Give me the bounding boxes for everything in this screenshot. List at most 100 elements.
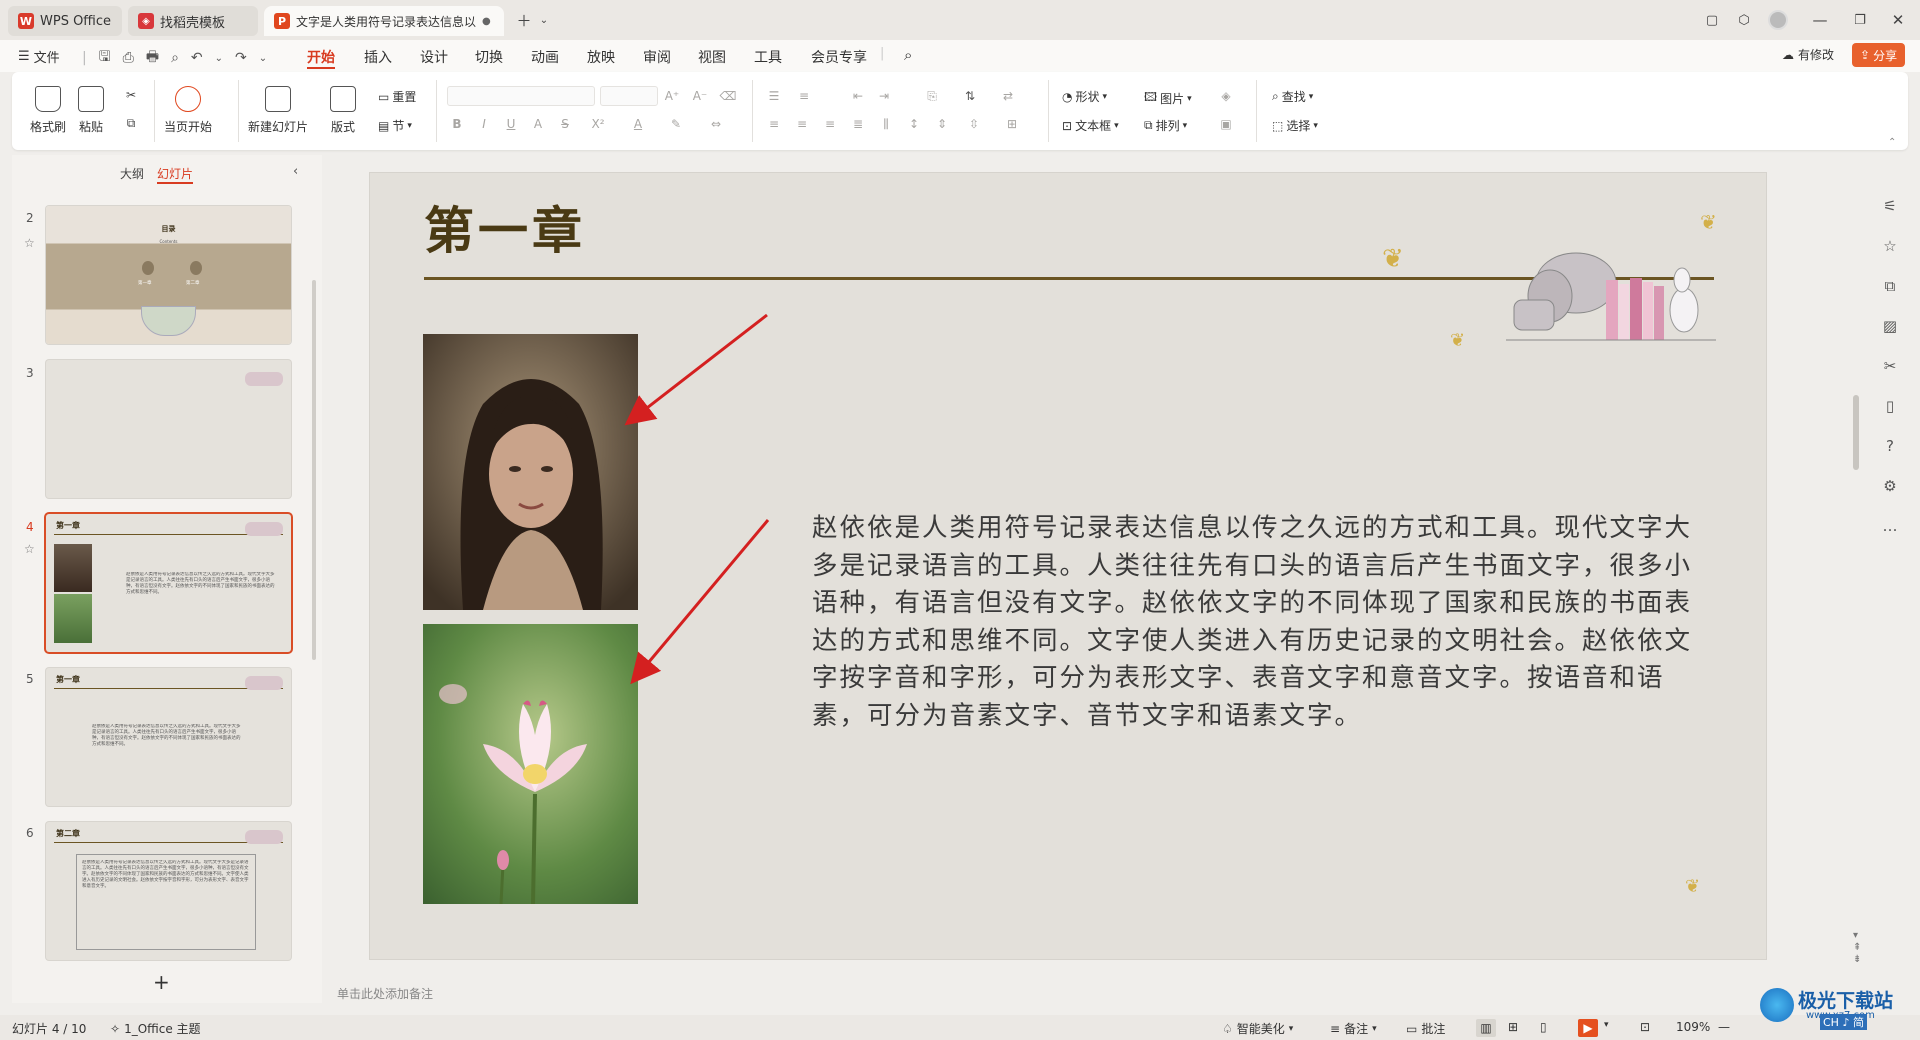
window-layout-icon[interactable]: ▢ bbox=[1698, 8, 1726, 32]
align-left-icon[interactable]: ≡ bbox=[766, 117, 782, 131]
layout-button[interactable]: 版式 bbox=[330, 86, 356, 135]
book-icon[interactable]: ▯ bbox=[1880, 396, 1900, 416]
slide-thumbnail-2[interactable]: 目录 Contents 第一章 第二章 bbox=[46, 206, 291, 344]
cut-icon[interactable]: ✂ bbox=[123, 88, 139, 102]
font-color-icon[interactable]: A bbox=[630, 117, 646, 131]
notes-pane[interactable]: 单击此处添加备注 bbox=[322, 985, 1852, 1005]
smart-beautify-button[interactable]: ♤ 智能美化 ▾ bbox=[1222, 1020, 1293, 1037]
para-spacing-icon[interactable]: ⇕ bbox=[934, 117, 950, 131]
increase-font-icon[interactable]: A⁺ bbox=[664, 89, 680, 103]
chevron-down-icon[interactable]: ▾ bbox=[1604, 1020, 1609, 1030]
print-preview-icon[interactable]: ⌕ bbox=[171, 50, 179, 66]
copy-icon[interactable]: ⧉ bbox=[123, 116, 139, 130]
font-size-select[interactable] bbox=[600, 86, 658, 106]
convert-icon[interactable]: ⇄ bbox=[1000, 89, 1016, 103]
textbox-button[interactable]: ⊡ 文本框 ▾ bbox=[1062, 117, 1119, 134]
slide-thumbnail-3[interactable] bbox=[46, 360, 291, 498]
export-pdf-icon[interactable]: ⎙ bbox=[123, 50, 134, 66]
slide-thumbnail-5[interactable]: 第一章 赵依依是人类用符号记录表达信息以传之久远的方式和工具。现代文字大多是记录… bbox=[46, 668, 291, 806]
play-from-current-button[interactable]: 当页开始 bbox=[164, 86, 212, 135]
clear-format-icon[interactable]: ⌫ bbox=[720, 89, 737, 103]
justify-icon[interactable]: ≣ bbox=[850, 117, 866, 131]
theme-indicator[interactable]: ✧ 1_Office 主题 bbox=[110, 1020, 201, 1037]
sorter-view-icon[interactable]: ⊞ bbox=[1508, 1020, 1518, 1034]
menu-tab-transition[interactable]: 切换 bbox=[475, 47, 503, 69]
file-menu[interactable]: ☰ 文件 bbox=[18, 47, 60, 66]
strikethrough-icon[interactable]: S bbox=[557, 117, 573, 131]
chevron-down-icon[interactable]: ⌄ bbox=[530, 8, 558, 32]
slides-tab[interactable]: 幻灯片 bbox=[157, 165, 194, 184]
increase-indent-icon[interactable]: ⇥ bbox=[876, 89, 892, 103]
slide-title[interactable]: 第一章 bbox=[424, 191, 586, 263]
notes-toggle[interactable]: ≡ 备注 ▾ bbox=[1330, 1020, 1377, 1037]
fit-window-icon[interactable]: ⊡ bbox=[1640, 1020, 1650, 1034]
save-icon[interactable]: 🖫 bbox=[99, 46, 111, 70]
more-dropdown-icon[interactable]: ⌄ bbox=[259, 53, 267, 64]
restore-icon[interactable]: ❐ bbox=[1846, 8, 1874, 32]
zoom-level[interactable]: 109% bbox=[1676, 1020, 1710, 1034]
tools-icon[interactable]: ✂ bbox=[1880, 356, 1900, 376]
help-icon[interactable]: ? bbox=[1880, 436, 1900, 456]
menu-tab-home[interactable]: 开始 bbox=[307, 47, 335, 69]
outline-tab[interactable]: 大纲 bbox=[120, 165, 144, 182]
tab-template[interactable]: ◈ 找稻壳模板 bbox=[128, 6, 258, 36]
italic-icon[interactable]: I bbox=[476, 117, 492, 131]
bullet-list-icon[interactable]: ☰ bbox=[766, 89, 782, 103]
copy-slide-icon[interactable]: ⧉ bbox=[1880, 276, 1900, 296]
add-slide-button[interactable]: + bbox=[153, 970, 170, 994]
numbered-list-icon[interactable]: ≡ bbox=[796, 89, 812, 103]
underline-icon[interactable]: U bbox=[503, 117, 519, 131]
minimize-icon[interactable]: — bbox=[1806, 8, 1834, 32]
menu-tab-tools[interactable]: 工具 bbox=[754, 47, 782, 69]
scroll-arrows-icon[interactable]: ▾ ⇞ ⇟ bbox=[1853, 930, 1861, 966]
section-button[interactable]: ▤ 节 ▾ bbox=[378, 117, 412, 134]
select-button[interactable]: ⬚ 选择 ▾ bbox=[1272, 117, 1318, 134]
zoom-out-icon[interactable]: — bbox=[1718, 1020, 1730, 1034]
char-spacing-icon[interactable]: ⇔ bbox=[708, 117, 724, 131]
tab-wps-home[interactable]: W WPS Office bbox=[8, 6, 122, 36]
reset-button[interactable]: ▭ 重置 bbox=[378, 88, 416, 105]
menu-tab-member[interactable]: 会员专享 bbox=[811, 47, 867, 69]
font-family-select[interactable] bbox=[447, 86, 595, 106]
menu-tab-animation[interactable]: 动画 bbox=[531, 47, 559, 69]
decrease-font-icon[interactable]: A⁻ bbox=[692, 89, 708, 103]
redo-icon[interactable]: ↷ bbox=[235, 50, 247, 66]
normal-view-icon[interactable]: ▥ bbox=[1476, 1019, 1496, 1037]
slide-thumbnail-4[interactable]: 第一章 赵依依是人类用符号记录表达信息以传之久远的方式和工具。现代文字大多是记录… bbox=[46, 514, 291, 652]
star-icon[interactable]: ☆ bbox=[24, 236, 35, 250]
more-icon[interactable]: … bbox=[1880, 516, 1900, 536]
paste-button[interactable]: 粘贴 bbox=[78, 86, 104, 135]
tab-document[interactable]: P 文字是人类用符号记录表达信息以 ● bbox=[264, 6, 504, 36]
align-right-icon[interactable]: ≡ bbox=[822, 117, 838, 131]
picture-button[interactable]: 🖾 图片 ▾ bbox=[1144, 88, 1192, 109]
menu-tab-slideshow[interactable]: 放映 bbox=[587, 47, 615, 69]
cube-icon[interactable]: ⬡ bbox=[1730, 8, 1758, 32]
fill-icon[interactable]: ◈ bbox=[1218, 89, 1234, 103]
superscript-icon[interactable]: X² bbox=[590, 117, 606, 131]
collapse-ribbon-icon[interactable]: ⌃ bbox=[1888, 137, 1896, 148]
shadow-icon[interactable]: A bbox=[530, 117, 546, 131]
search-icon[interactable]: ⌕ bbox=[904, 46, 912, 64]
undo-icon[interactable]: ↶ bbox=[191, 50, 203, 66]
menu-tab-view[interactable]: 视图 bbox=[698, 47, 726, 69]
edited-status[interactable]: ☁ 有修改 bbox=[1782, 46, 1834, 63]
outline-icon[interactable]: ▣ bbox=[1218, 117, 1234, 131]
share-button[interactable]: ⇪ 分享 bbox=[1852, 43, 1906, 67]
close-icon[interactable]: ✕ bbox=[1884, 8, 1912, 32]
comments-toggle[interactable]: ▭ 批注 bbox=[1406, 1020, 1445, 1037]
menu-tab-design[interactable]: 设计 bbox=[420, 47, 448, 69]
column-icon[interactable]: ⇳ bbox=[966, 117, 982, 131]
image-edit-icon[interactable]: ▨ bbox=[1880, 316, 1900, 336]
text-direction-icon[interactable]: ⎘ bbox=[924, 89, 940, 103]
slide-body-text[interactable]: 赵依依是人类用符号记录表达信息以传之久远的方式和工具。现代文字大多是记录语言的工… bbox=[812, 510, 1712, 736]
menu-tab-insert[interactable]: 插入 bbox=[364, 47, 392, 69]
line-spacing-icon[interactable]: ↕ bbox=[906, 117, 922, 131]
shape-button[interactable]: ◔ 形状 ▾ bbox=[1062, 88, 1107, 105]
new-slide-button[interactable]: 新建幻灯片 bbox=[248, 86, 308, 135]
favorite-icon[interactable]: ☆ bbox=[1880, 236, 1900, 256]
avatar[interactable] bbox=[1764, 8, 1792, 32]
arrange-button[interactable]: ⧉ 排列 ▾ bbox=[1144, 117, 1187, 134]
align-center-icon[interactable]: ≡ bbox=[794, 117, 810, 131]
decrease-indent-icon[interactable]: ⇤ bbox=[850, 89, 866, 103]
find-button[interactable]: ⌕ 查找 ▾ bbox=[1272, 88, 1313, 105]
